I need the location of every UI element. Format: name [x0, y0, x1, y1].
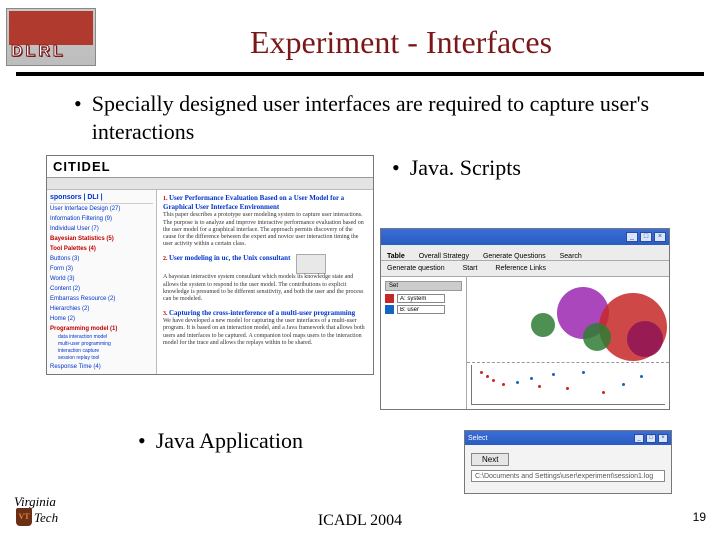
bullet-main: • Specially designed user interfaces are…	[74, 90, 680, 145]
scatter-point	[640, 375, 643, 378]
slide-header: DLRL Experiment - Interfaces	[0, 0, 720, 66]
screenshot-citidel: CITIDEL sponsors | DLI | User Interface …	[46, 155, 374, 375]
result-3-body: We have developed a new model for captur…	[163, 318, 367, 347]
app-canvas	[467, 277, 669, 409]
cluster-blob	[627, 321, 663, 357]
app-tabbar: Table Overall Strategy Generate Questions S…	[381, 245, 669, 261]
next-button[interactable]: Next	[471, 453, 509, 466]
minimize-button[interactable]: _	[626, 232, 638, 242]
legend-label-input[interactable]	[397, 305, 445, 314]
minimize-button[interactable]: _	[634, 434, 644, 443]
legend-swatch	[385, 305, 394, 314]
sidebar-link[interactable]: Tool Palettes (4)	[50, 244, 153, 254]
scatter-point	[552, 373, 555, 376]
app-tab[interactable]: Search	[560, 253, 582, 260]
scatter-point	[502, 383, 505, 386]
result-1-title: User Performance Evaluation Based on a U…	[163, 194, 344, 211]
bullet-sub1-text: Java. Scripts	[410, 155, 521, 181]
cluster-blob	[531, 313, 555, 337]
result-3-title: Capturing the cross-interference of a mu…	[169, 309, 355, 317]
app-toolbar: Generate question Start Reference Links	[381, 261, 669, 277]
sidebar-link[interactable]: Intelligent Interface (4)	[50, 372, 153, 375]
toolbar-item[interactable]: Reference Links	[495, 265, 546, 272]
citidel-sidebar-top: sponsors | DLI |	[50, 194, 153, 204]
sidebar-link[interactable]: session replay tool	[50, 355, 153, 362]
scatter-point	[622, 383, 625, 386]
result-2-thumb	[296, 254, 326, 274]
app-legend-panel: Set	[381, 277, 467, 409]
sidebar-link[interactable]: multi-user programming	[50, 341, 153, 348]
slide-footer: ICADL 2004	[0, 512, 720, 530]
app-scatter-plot	[471, 365, 665, 405]
legend-row	[385, 305, 462, 314]
sidebar-link[interactable]: Information Filtering (9)	[50, 214, 153, 224]
scatter-point	[566, 387, 569, 390]
sidebar-link[interactable]: data interaction model	[50, 334, 153, 341]
sidebar-link[interactable]: Response Time (4)	[50, 362, 153, 372]
bullet-icon: •	[392, 155, 410, 181]
citidel-results: 1. User Performance Evaluation Based on …	[157, 190, 373, 375]
page-number: 19	[693, 510, 706, 524]
title-rule	[16, 72, 704, 76]
citidel-sidebar: sponsors | DLI | User Interface Design (…	[47, 190, 157, 375]
footer-venue: ICADL 2004	[318, 512, 402, 530]
scatter-point	[516, 381, 519, 384]
app-titlebar: _ □ ×	[381, 229, 669, 245]
dlrl-logo-letters: DLRL	[11, 43, 66, 61]
bullet-icon: •	[74, 90, 92, 145]
result-1-body: This paper describes a prototype user mo…	[163, 212, 367, 248]
bullet-sub2-text: Java Application	[156, 428, 303, 454]
scatter-point	[530, 377, 533, 380]
citidel-brand: CITIDEL	[47, 156, 373, 178]
app-tab[interactable]: Overall Strategy	[419, 253, 469, 260]
sidebar-link[interactable]: Hierarchies (2)	[50, 304, 153, 314]
sidebar-link[interactable]: Programming model (1)	[50, 324, 153, 334]
close-button[interactable]: ×	[654, 232, 666, 242]
sidebar-link[interactable]: Buttons (3)	[50, 254, 153, 264]
file-path-input[interactable]: C:\Documents and Settings\user\experimen…	[471, 470, 665, 482]
maximize-button[interactable]: □	[646, 434, 656, 443]
legend-header: Set	[385, 281, 462, 291]
sidebar-link[interactable]: World (3)	[50, 274, 153, 284]
scatter-point	[480, 371, 483, 374]
screenshot-select-dialog: Select _ □ × Next C:\Documents and Setti…	[464, 430, 672, 494]
dialog-titlebar: Select _ □ ×	[465, 431, 671, 445]
dlrl-logo: DLRL	[6, 8, 96, 66]
bullet-main-text: Specially designed user interfaces are r…	[92, 90, 680, 145]
screenshot-java-app: _ □ × Table Overall Strategy Generate Ques…	[380, 228, 670, 410]
app-tab[interactable]: Table	[387, 253, 405, 260]
toolbar-item[interactable]: Start	[463, 265, 478, 272]
scatter-point	[582, 371, 585, 374]
sidebar-link[interactable]: Form (3)	[50, 264, 153, 274]
close-button[interactable]: ×	[658, 434, 668, 443]
sidebar-link[interactable]: Bayesian Statistics (5)	[50, 234, 153, 244]
bullet-sub-java-app: • Java Application	[138, 428, 303, 454]
dialog-title: Select	[468, 435, 487, 442]
sidebar-link[interactable]: Individual User (7)	[50, 224, 153, 234]
sidebar-link[interactable]: User Interface Design (27)	[50, 204, 153, 214]
app-tab[interactable]: Generate Questions	[483, 253, 546, 260]
sidebar-link[interactable]: interaction capture	[50, 348, 153, 355]
bullet-sub-javascripts: • Java. Scripts	[392, 155, 521, 181]
citidel-urlbar	[47, 178, 373, 190]
scatter-point	[538, 385, 541, 388]
result-2-body: A bayesian interactive system consultant…	[163, 274, 367, 303]
legend-label-input[interactable]	[397, 294, 445, 303]
vt-logo-word1: Virginia	[14, 494, 56, 509]
slide-title: Experiment - Interfaces	[96, 26, 706, 58]
scatter-point	[602, 391, 605, 394]
legend-swatch	[385, 294, 394, 303]
sidebar-link[interactable]: Embarrass Resource (2)	[50, 294, 153, 304]
maximize-button[interactable]: □	[640, 232, 652, 242]
sidebar-link[interactable]: Home (2)	[50, 314, 153, 324]
sidebar-link[interactable]: Content (2)	[50, 284, 153, 294]
toolbar-item[interactable]: Generate question	[387, 265, 445, 272]
bullet-icon: •	[138, 428, 156, 454]
scatter-point	[486, 375, 489, 378]
cluster-blob	[583, 323, 611, 351]
legend-row	[385, 294, 462, 303]
result-2-title: User modeling in uc, the Unix consultant	[169, 254, 290, 262]
scatter-point	[492, 379, 495, 382]
